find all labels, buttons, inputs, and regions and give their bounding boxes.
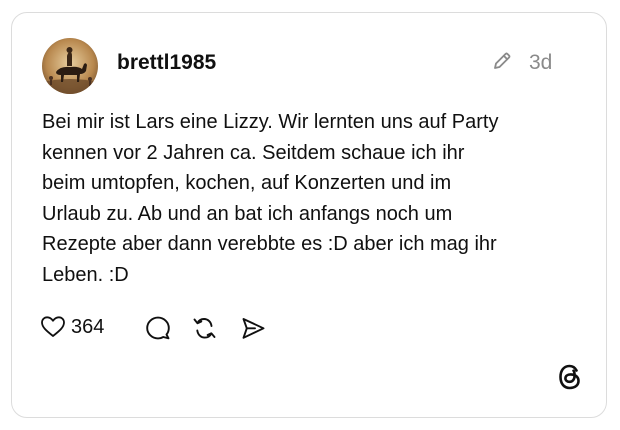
post-timestamp: 3d bbox=[529, 51, 553, 74]
send-icon[interactable] bbox=[240, 316, 266, 341]
threads-logo-icon bbox=[559, 364, 580, 390]
avatar-image bbox=[42, 38, 98, 94]
comment-bubble-icon[interactable] bbox=[145, 315, 171, 341]
post-text-line: Rezepte aber dann verebbte es :D aber ic… bbox=[42, 233, 497, 255]
username[interactable]: brettl1985 bbox=[117, 49, 216, 77]
like-count: 364 bbox=[71, 316, 105, 338]
post-card: brettl1985 3d Bei mir ist Lars eine Lizz… bbox=[11, 12, 607, 418]
heart-icon[interactable] bbox=[40, 315, 66, 339]
post-text-line: kennen vor 2 Jahren ca. Seitdem schaue i… bbox=[42, 141, 465, 164]
post-body: Bei mir ist Lars eine Lizzy. Wir lernten… bbox=[42, 107, 587, 290]
post-text-line: Urlaub zu. Ab und an bat ich anfangs noc… bbox=[42, 202, 453, 225]
post-text-line: Leben. :D bbox=[42, 263, 129, 286]
avatar[interactable] bbox=[42, 38, 98, 94]
repost-icon[interactable] bbox=[191, 315, 218, 342]
post-text-line: Bei mir ist Lars eine Lizzy. Wir lernten… bbox=[42, 111, 499, 133]
post-text-line: beim umtopfen, kochen, auf Konzerten und… bbox=[42, 172, 452, 194]
pencil-icon[interactable] bbox=[491, 50, 513, 72]
